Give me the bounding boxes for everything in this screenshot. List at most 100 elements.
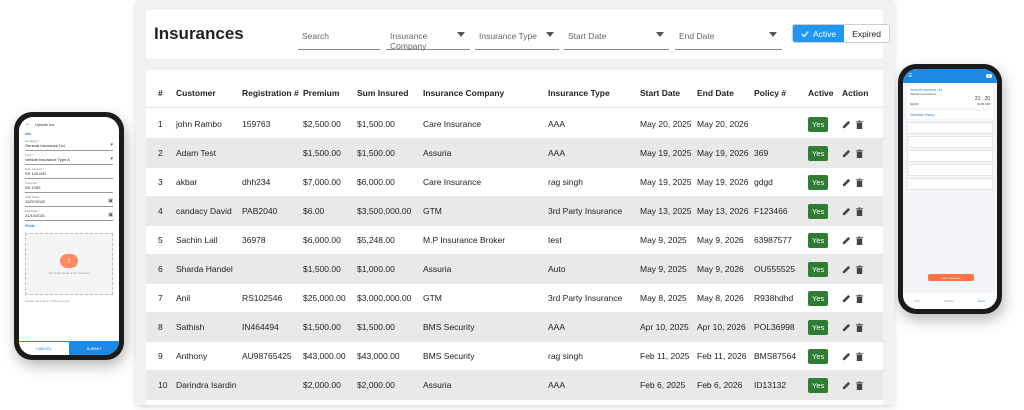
premium-field[interactable]: Premium * SS 1200 <box>25 181 113 193</box>
table-row[interactable]: 10 Darindra Isardin $2,000.00 $2,000.00 Assu… <box>146 371 883 400</box>
history-list-item[interactable] <box>907 122 993 134</box>
amount-b: $100,000 <box>977 102 990 106</box>
active-status-badge: Yes <box>808 174 829 190</box>
trash-icon[interactable] <box>855 235 864 245</box>
pencil-icon[interactable] <box>842 352 851 361</box>
photo-upload-area[interactable]: ↑ Tap to add photo of the insurance <box>25 233 113 295</box>
nav-policies[interactable]: Policies <box>944 299 954 303</box>
table-row[interactable]: 5 Sachin Lall 36978 $6,000.00 $5,248.00 M.P I… <box>146 226 883 255</box>
active-cell: Yes <box>808 371 840 399</box>
nav-info[interactable]: Info <box>915 299 920 303</box>
registration-number: IN464494 <box>242 321 279 332</box>
premium: $1,500.00 <box>303 147 341 158</box>
type-field[interactable]: Type * Vehicle Insurance Type A ▾ <box>25 153 113 165</box>
active-cell: Yes <box>808 197 840 225</box>
pencil-icon[interactable] <box>842 323 851 332</box>
insurance-company-select[interactable]: Insurance Company <box>386 24 470 51</box>
pencil-icon[interactable] <box>842 381 851 390</box>
trash-icon[interactable] <box>855 177 864 187</box>
trash-icon[interactable] <box>855 148 864 158</box>
table-row[interactable]: 3 akbar dhh234 $7,000.00 $6,000.00 Care Insur… <box>146 168 883 197</box>
insurances-table: # Customer Registration # Premium Sum Insure… <box>146 70 883 405</box>
pencil-icon[interactable] <box>842 120 851 129</box>
insurance-company: GTM <box>423 292 442 303</box>
premium: $1,500.00 <box>303 321 341 332</box>
table-row[interactable]: 1 john Rambo 159763 $2,500.00 $1,500.00 Care … <box>146 110 883 139</box>
premium: $2,000.00 <box>303 379 341 390</box>
start-date-select[interactable]: Start Date <box>564 24 669 50</box>
right-phone-header: ☰ ● <box>903 69 997 83</box>
trash-icon[interactable] <box>855 351 864 361</box>
table-row[interactable]: 4 candacy David PAB2040 $6.00 $3,500,000.00 G… <box>146 197 883 226</box>
history-list-item[interactable] <box>907 164 993 176</box>
history-list-item[interactable] <box>907 178 993 190</box>
action-cell <box>842 313 882 341</box>
trash-icon[interactable] <box>855 293 864 303</box>
cancel-button[interactable]: CANCEL <box>19 341 69 355</box>
table-row[interactable]: 2 Adam Test $1,500.00 $1,500.00 Assuria AAA Ma… <box>146 139 883 168</box>
insurance-company: Assuria <box>423 379 452 390</box>
pencil-icon[interactable] <box>842 236 851 245</box>
start-date: May 8, 2025 <box>640 292 687 303</box>
chevron-down-icon <box>546 32 554 37</box>
trash-icon[interactable] <box>855 119 864 129</box>
row-number: 7 <box>158 292 163 303</box>
nav-docs[interactable]: Docs <box>978 299 985 303</box>
menu-icon[interactable]: ☰ <box>908 73 912 79</box>
table-row[interactable]: 6 Sharda Handel $1,500.00 $1,000.00 Assuria A… <box>146 255 883 284</box>
row-number: 1 <box>158 118 163 129</box>
pencil-icon[interactable] <box>842 294 851 303</box>
policy-number: ID13132 <box>754 379 787 390</box>
row-number: 3 <box>158 176 163 187</box>
active-toggle-label: Active <box>813 28 837 39</box>
sum-insured-field[interactable]: Sum Insured * SS 120,000 <box>25 167 113 179</box>
table-row[interactable]: 8 Sathish IN464494 $1,500.00 $1,500.00 BMS Se… <box>146 313 883 342</box>
left-phone-header: ← Update Ins <box>19 117 119 131</box>
column-header: Sum Insured <box>357 88 409 98</box>
row-number: 10 <box>158 379 168 390</box>
back-arrow-icon[interactable]: ← <box>25 121 31 127</box>
end-date-field[interactable]: End Date * 21/10/2021 ▣ <box>25 209 113 221</box>
end-date: May 13, 2026 <box>697 205 749 216</box>
start-date-field[interactable]: Start Date * 12/07/2020 ▣ <box>25 195 113 207</box>
active-status-badge: Yes <box>808 203 829 219</box>
end-date: Apr 10, 2026 <box>697 321 746 332</box>
policy-number: POL36998 <box>754 321 795 332</box>
trash-icon[interactable] <box>855 264 864 274</box>
search-input[interactable]: Search <box>298 24 380 50</box>
expired-toggle-button[interactable]: Expired <box>844 25 889 42</box>
insurance-type: AAA <box>548 118 566 129</box>
pencil-icon[interactable] <box>842 178 851 187</box>
pencil-icon[interactable] <box>842 207 851 216</box>
end-date-select[interactable]: End Date <box>675 24 782 50</box>
insurance-summary-card[interactable]: General Insurance Ltd. Vehicle Insurance… <box>907 86 993 108</box>
row-number: 6 <box>158 263 163 274</box>
row-number: 5 <box>158 234 163 245</box>
cloud-upload-icon: ↑ <box>60 253 78 268</box>
customer-name: akbar <box>176 176 198 187</box>
pencil-icon[interactable] <box>842 149 851 158</box>
trash-icon[interactable] <box>855 206 864 216</box>
table-row[interactable]: 9 Anthony AU98765425 $43,000.00 $43,000.00 BM… <box>146 342 883 371</box>
company-field[interactable]: Company * General Insurance Ltd. ▾ <box>25 139 113 151</box>
pencil-icon[interactable] <box>842 265 851 274</box>
action-cell <box>842 226 882 254</box>
active-cell: Yes <box>808 226 840 254</box>
insurance-type: AAA <box>548 321 566 332</box>
submit-button[interactable]: SUBMIT <box>69 341 119 355</box>
insurance-type: 3rd Party Insurance <box>548 292 623 303</box>
trash-icon[interactable] <box>855 380 864 390</box>
filter-bar: Insurances Search Insurance Company Insu… <box>146 10 890 59</box>
registration-number: PAB2040 <box>242 205 278 216</box>
amount-a: $1200 <box>910 102 919 106</box>
active-toggle-button[interactable]: Active <box>793 25 845 42</box>
registration-number: 159763 <box>242 118 271 129</box>
trash-icon[interactable] <box>855 322 864 332</box>
add-insurance-button[interactable]: Add Insurance <box>928 274 974 281</box>
history-list-item[interactable] <box>907 150 993 162</box>
history-list-item[interactable] <box>907 136 993 148</box>
sum-insured: $5,248.00 <box>357 234 395 245</box>
column-header: Policy # <box>754 88 787 98</box>
table-row[interactable]: 7 Anil RS102546 $25,000.00 $3,000,000.00 GTM 3… <box>146 284 883 313</box>
insurance-type-select[interactable]: Insurance Type <box>475 24 559 50</box>
